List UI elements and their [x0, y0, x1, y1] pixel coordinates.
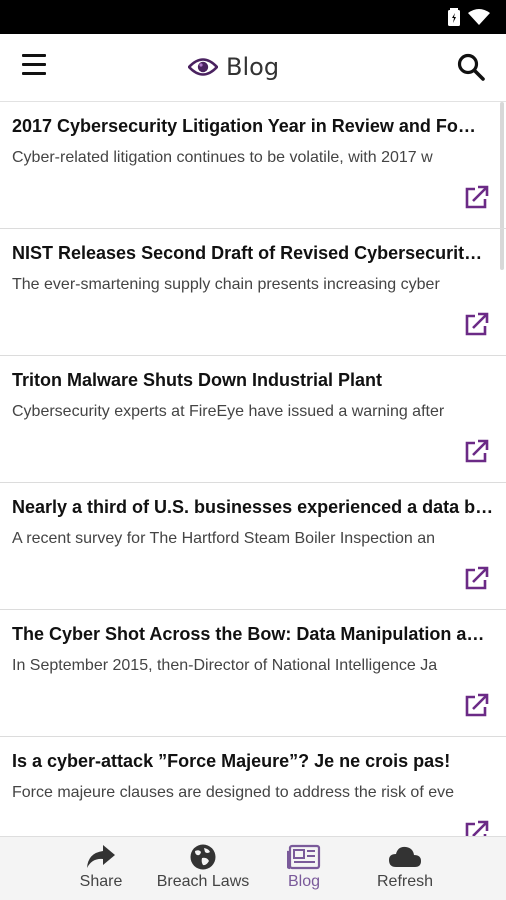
item-summary: In September 2015, then-Director of Nati… [12, 657, 438, 674]
eye-icon [188, 58, 218, 76]
open-link-icon[interactable] [462, 311, 490, 339]
open-link-icon[interactable] [462, 184, 490, 212]
share-icon [87, 845, 115, 868]
list-item[interactable]: Is a cyber-attack ”Force Majeure”? Je ne… [0, 737, 506, 836]
item-title: Triton Malware Shuts Down Industrial Pla… [12, 370, 383, 390]
item-summary: Force majeure clauses are designed to ad… [12, 784, 455, 801]
open-link-icon[interactable] [462, 692, 490, 720]
wifi-icon [468, 9, 490, 25]
open-link-icon[interactable] [462, 565, 490, 593]
item-summary: Cybersecurity experts at FireEye have is… [12, 403, 445, 420]
list-item[interactable]: Triton Malware Shuts Down Industrial Pla… [0, 356, 506, 483]
blog-feed[interactable]: 2017 Cybersecurity Litigation Year in Re… [0, 102, 506, 836]
item-title: NIST Releases Second Draft of Revised Cy… [12, 243, 483, 263]
item-summary: A recent survey for The Hartford Steam B… [12, 530, 436, 547]
item-title: Nearly a third of U.S. businesses experi… [12, 497, 494, 517]
battery-icon [448, 8, 460, 26]
hamburger-icon [22, 54, 46, 57]
open-link-icon[interactable] [462, 819, 490, 836]
globe-icon [190, 844, 216, 870]
bottom-nav: Share Breach Laws Blog Refresh [0, 836, 506, 900]
search-button[interactable] [456, 52, 488, 84]
search-icon [457, 53, 485, 81]
app-bar: Blog [0, 34, 506, 102]
list-item[interactable]: The Cyber Shot Across the Bow: Data Mani… [0, 610, 506, 737]
app-title: Blog [226, 53, 280, 81]
list-item[interactable]: NIST Releases Second Draft of Revised Cy… [0, 229, 506, 356]
tab-refresh[interactable]: Refresh [345, 843, 465, 897]
item-summary: Cyber-related litigation continues to be… [12, 149, 433, 166]
item-title: The Cyber Shot Across the Bow: Data Mani… [12, 624, 485, 644]
menu-button[interactable] [22, 54, 48, 80]
newspaper-icon [287, 844, 321, 870]
item-title: 2017 Cybersecurity Litigation Year in Re… [12, 116, 476, 136]
open-link-icon[interactable] [462, 438, 490, 466]
list-item[interactable]: Nearly a third of U.S. businesses experi… [0, 483, 506, 610]
list-item[interactable]: 2017 Cybersecurity Litigation Year in Re… [0, 102, 506, 229]
item-summary: The ever-smartening supply chain present… [12, 276, 440, 293]
tab-label: Refresh [376, 873, 434, 890]
status-bar [0, 0, 506, 34]
cloud-icon [389, 846, 421, 867]
page-title: Blog [188, 47, 279, 87]
item-title: Is a cyber-attack ”Force Majeure”? Je ne… [12, 751, 451, 771]
